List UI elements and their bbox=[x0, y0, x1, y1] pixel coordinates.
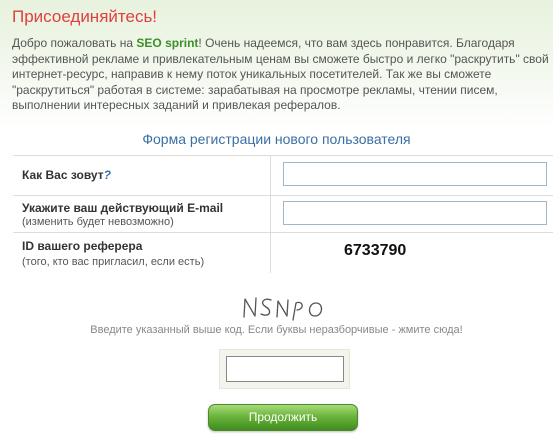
name-row: Как Вас зовут? bbox=[13, 156, 553, 196]
email-label: Укажите ваш действующий E-mail bbox=[22, 201, 224, 215]
captcha-input[interactable] bbox=[226, 356, 344, 382]
email-row: Укажите ваш действующий E-mail (изменить… bbox=[13, 196, 553, 233]
referer-label: ID вашего реферера bbox=[22, 239, 143, 253]
captcha-hint-link[interactable]: Введите указанный выше код. Если буквы н… bbox=[0, 324, 553, 336]
continue-button[interactable]: Продолжить bbox=[208, 404, 358, 431]
name-label: Как Вас зовут? bbox=[22, 168, 111, 182]
name-input[interactable] bbox=[283, 162, 547, 186]
email-input[interactable] bbox=[283, 201, 547, 225]
name-help-link[interactable]: ? bbox=[104, 168, 111, 182]
captcha-image[interactable] bbox=[238, 289, 334, 323]
referer-hint: (того, кто вас пригласил, если есть) bbox=[22, 256, 205, 268]
captcha-input-panel bbox=[219, 349, 350, 389]
email-hint: (изменить будет невозможно) bbox=[22, 216, 174, 228]
brand-name: SEO sprint bbox=[136, 36, 199, 50]
form-title: Форма регистрации нового пользователя bbox=[142, 131, 411, 147]
referer-row: ID вашего реферера (того, кто вас пригла… bbox=[13, 233, 553, 273]
intro-text-start: Добро пожаловать на bbox=[12, 36, 137, 50]
referer-id-value: 6733790 bbox=[344, 242, 407, 259]
registration-form: Как Вас зовут? Укажите ваш действующий E… bbox=[13, 155, 553, 273]
page-title: Присоединяйтесь! bbox=[12, 7, 158, 26]
welcome-text: Добро пожаловать на SEO sprint! Очень на… bbox=[12, 36, 550, 114]
